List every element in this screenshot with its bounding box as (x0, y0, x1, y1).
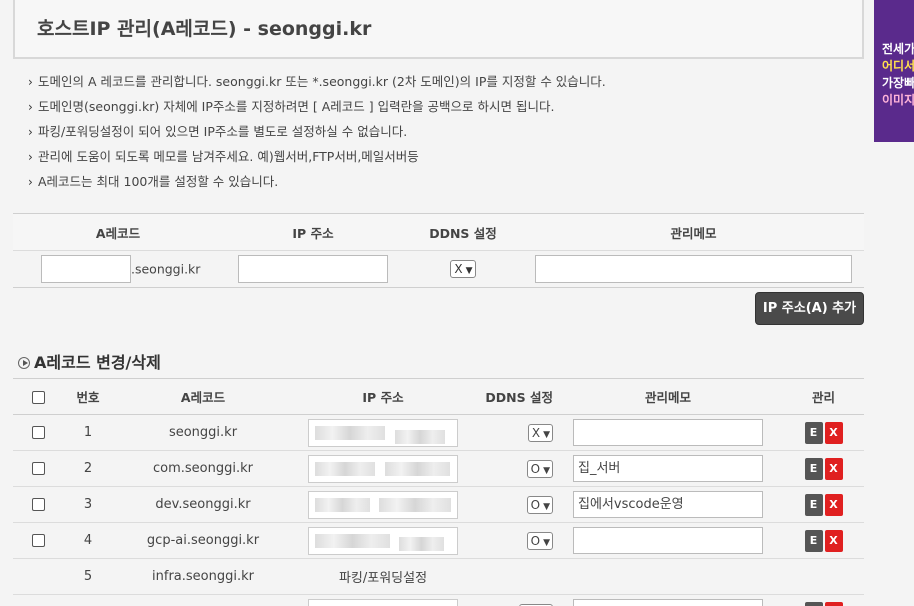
records-table: 번호 A레코드 IP 주소 DDNS 설정 관리메모 관리 1 seonggi.… (13, 378, 864, 606)
a-record-input[interactable] (41, 255, 131, 283)
page-title: 호스트IP 관리(A레코드) - seonggi.kr (37, 18, 372, 40)
delete-button[interactable]: X (824, 529, 843, 552)
memo-input[interactable]: 집_서버 (573, 455, 763, 482)
header-manage: 관리 (783, 378, 864, 415)
ad-line-2: 어디서 (882, 59, 914, 73)
header-ip: IP 주소 (293, 378, 473, 415)
play-circle-icon (18, 357, 30, 369)
memo-input[interactable]: 집에서vscode운영 (573, 491, 763, 518)
note-item: 도메인명(seonggi.kr) 자체에 IP주소를 지정하려면 [ A레코드 … (28, 97, 606, 122)
ddns-select[interactable]: X ▼ (527, 423, 553, 442)
delete-button[interactable]: X (824, 457, 843, 480)
table-row (13, 594, 864, 606)
header-a-record: A레코드 (13, 213, 223, 251)
edit-button[interactable]: E (804, 529, 823, 552)
ip-address-input[interactable] (238, 255, 388, 283)
memo-input[interactable] (535, 255, 852, 283)
memo-input[interactable] (573, 527, 763, 554)
delete-button[interactable]: X (824, 493, 843, 516)
row-record: gcp-ai.seonggi.kr (113, 522, 293, 559)
row-record: dev.seonggi.kr (113, 486, 293, 523)
table-row: 5 infra.seonggi.kr 파킹/포워딩설정 (13, 558, 864, 595)
help-notes: 도메인의 A 레코드를 관리합니다. seonggi.kr 또는 *.seong… (28, 72, 606, 197)
parking-label: 파킹/포워딩설정 (293, 558, 473, 595)
chevron-down-icon: ▼ (543, 501, 550, 512)
add-ip-button[interactable]: IP 주소(A) 추가 (755, 292, 864, 325)
ad-line-4: 이미지 (882, 93, 914, 107)
row-num: 5 (63, 558, 113, 595)
ip-input[interactable] (308, 454, 458, 483)
row-num: 4 (63, 522, 113, 559)
note-item: A레코드는 최대 100개를 설정할 수 있습니다. (28, 172, 606, 197)
chevron-down-icon: ▼ (543, 429, 550, 440)
row-checkbox[interactable] (31, 498, 45, 511)
select-all-checkbox[interactable] (31, 391, 45, 404)
header-record: A레코드 (113, 378, 293, 415)
memo-input[interactable] (573, 599, 763, 606)
ip-input[interactable] (308, 526, 458, 555)
table-row: 4 gcp-ai.seonggi.kr O ▼ EX (13, 522, 864, 559)
row-record: infra.seonggi.kr (113, 558, 293, 595)
edit-button[interactable]: E (804, 457, 823, 480)
side-ad-banner[interactable]: 전세가 어디서 가장빠 이미지 (874, 0, 914, 142)
row-record: seonggi.kr (113, 414, 293, 451)
row-record: com.seonggi.kr (113, 450, 293, 487)
edit-button[interactable] (804, 601, 823, 606)
header-ddns: DDNS 설정 (473, 378, 553, 415)
memo-input[interactable] (573, 419, 763, 446)
ip-input[interactable] (308, 598, 458, 606)
table-row: 3 dev.seonggi.kr O ▼ 집에서vscode운영 EX (13, 486, 864, 523)
ddns-select[interactable]: O ▼ (526, 459, 553, 478)
domain-suffix: .seonggi.kr (131, 261, 201, 277)
chevron-down-icon: ▼ (543, 465, 550, 476)
ddns-select[interactable]: O ▼ (526, 495, 553, 514)
chevron-down-icon: ▼ (465, 266, 473, 276)
header-num: 번호 (63, 378, 113, 415)
row-num: 3 (63, 486, 113, 523)
note-item: 파킹/포워딩설정이 되어 있으면 IP주소를 별도로 설정하실 수 없습니다. (28, 122, 606, 147)
delete-button[interactable]: X (824, 421, 843, 444)
ip-input[interactable] (308, 418, 458, 447)
ad-line-1: 전세가 (882, 42, 914, 56)
add-record-form: A레코드 IP 주소 DDNS 설정 관리메모 .seonggi.kr X ▼ (13, 213, 864, 288)
row-checkbox[interactable] (31, 534, 45, 547)
ddns-select[interactable]: O ▼ (526, 531, 553, 550)
header-ip: IP 주소 (223, 213, 403, 251)
row-num: 2 (63, 450, 113, 487)
header-memo: 관리메모 (523, 213, 864, 251)
note-item: 도메인의 A 레코드를 관리합니다. seonggi.kr 또는 *.seong… (28, 72, 606, 97)
note-item: 관리에 도움이 되도록 메모를 남겨주세요. 예)웹서버,FTP서버,메일서버등 (28, 147, 606, 172)
edit-button[interactable]: E (804, 421, 823, 444)
section-title: A레코드 변경/삭제 (18, 349, 161, 373)
row-checkbox[interactable] (31, 426, 45, 439)
ip-input[interactable] (308, 490, 458, 519)
header-ddns: DDNS 설정 (403, 213, 523, 251)
row-checkbox[interactable] (31, 462, 45, 475)
edit-button[interactable]: E (804, 493, 823, 516)
table-row: 1 seonggi.kr X ▼ EX (13, 414, 864, 451)
ad-line-3: 가장빠 (882, 76, 914, 90)
chevron-down-icon: ▼ (543, 537, 550, 548)
page-title-box: 호스트IP 관리(A레코드) - seonggi.kr (13, 0, 864, 59)
ddns-select[interactable]: X ▼ (450, 260, 476, 278)
row-num: 1 (63, 414, 113, 451)
header-memo: 관리메모 (553, 378, 783, 415)
delete-button[interactable] (824, 601, 843, 606)
table-row: 2 com.seonggi.kr O ▼ 집_서버 EX (13, 450, 864, 487)
